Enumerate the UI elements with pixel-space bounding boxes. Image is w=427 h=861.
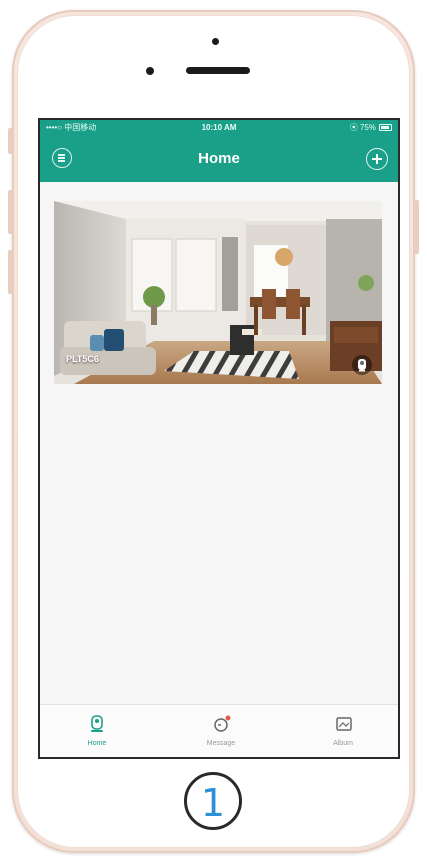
proximity-sensor [146, 67, 154, 75]
album-icon [336, 717, 352, 731]
earpiece-speaker [186, 67, 250, 74]
volume-up-button [8, 190, 13, 234]
tab-album[interactable]: Album [298, 709, 388, 755]
tab-home-label: Home [87, 740, 107, 747]
page-title: Home [198, 150, 240, 167]
front-camera [212, 38, 219, 45]
mute-switch [8, 128, 13, 154]
battery-percent: ⦿ 75% [349, 123, 376, 132]
home-button[interactable]: 1 [184, 772, 242, 830]
nav-bar: Home [40, 136, 398, 182]
camera-name-label: PLT5C6 [66, 354, 99, 364]
tab-message[interactable]: Message [176, 709, 266, 755]
tab-album-label: Album [333, 740, 353, 747]
tab-message-label: Message [206, 740, 236, 747]
app-screen: ••••○ 中国移动 10:10 AM ⦿ 75% Home PLT5C6 Ho… [38, 118, 400, 759]
tab-bar: Home Message Album [40, 704, 398, 757]
home-camera-icon [91, 715, 103, 732]
volume-down-button [8, 250, 13, 294]
message-icon [214, 715, 231, 732]
tab-home[interactable]: Home [52, 709, 142, 755]
status-time: 10:10 AM [201, 123, 237, 132]
camera-settings-icon[interactable] [352, 355, 372, 375]
status-bar: ••••○ 中国移动 10:10 AM ⦿ 75% [40, 120, 398, 136]
room-snapshot-image [54, 201, 382, 384]
camera-preview-card[interactable]: PLT5C6 [54, 201, 382, 384]
step-number: 1 [200, 781, 226, 825]
power-button [414, 200, 419, 254]
add-device-icon[interactable] [366, 148, 388, 170]
battery-icon [379, 124, 392, 131]
